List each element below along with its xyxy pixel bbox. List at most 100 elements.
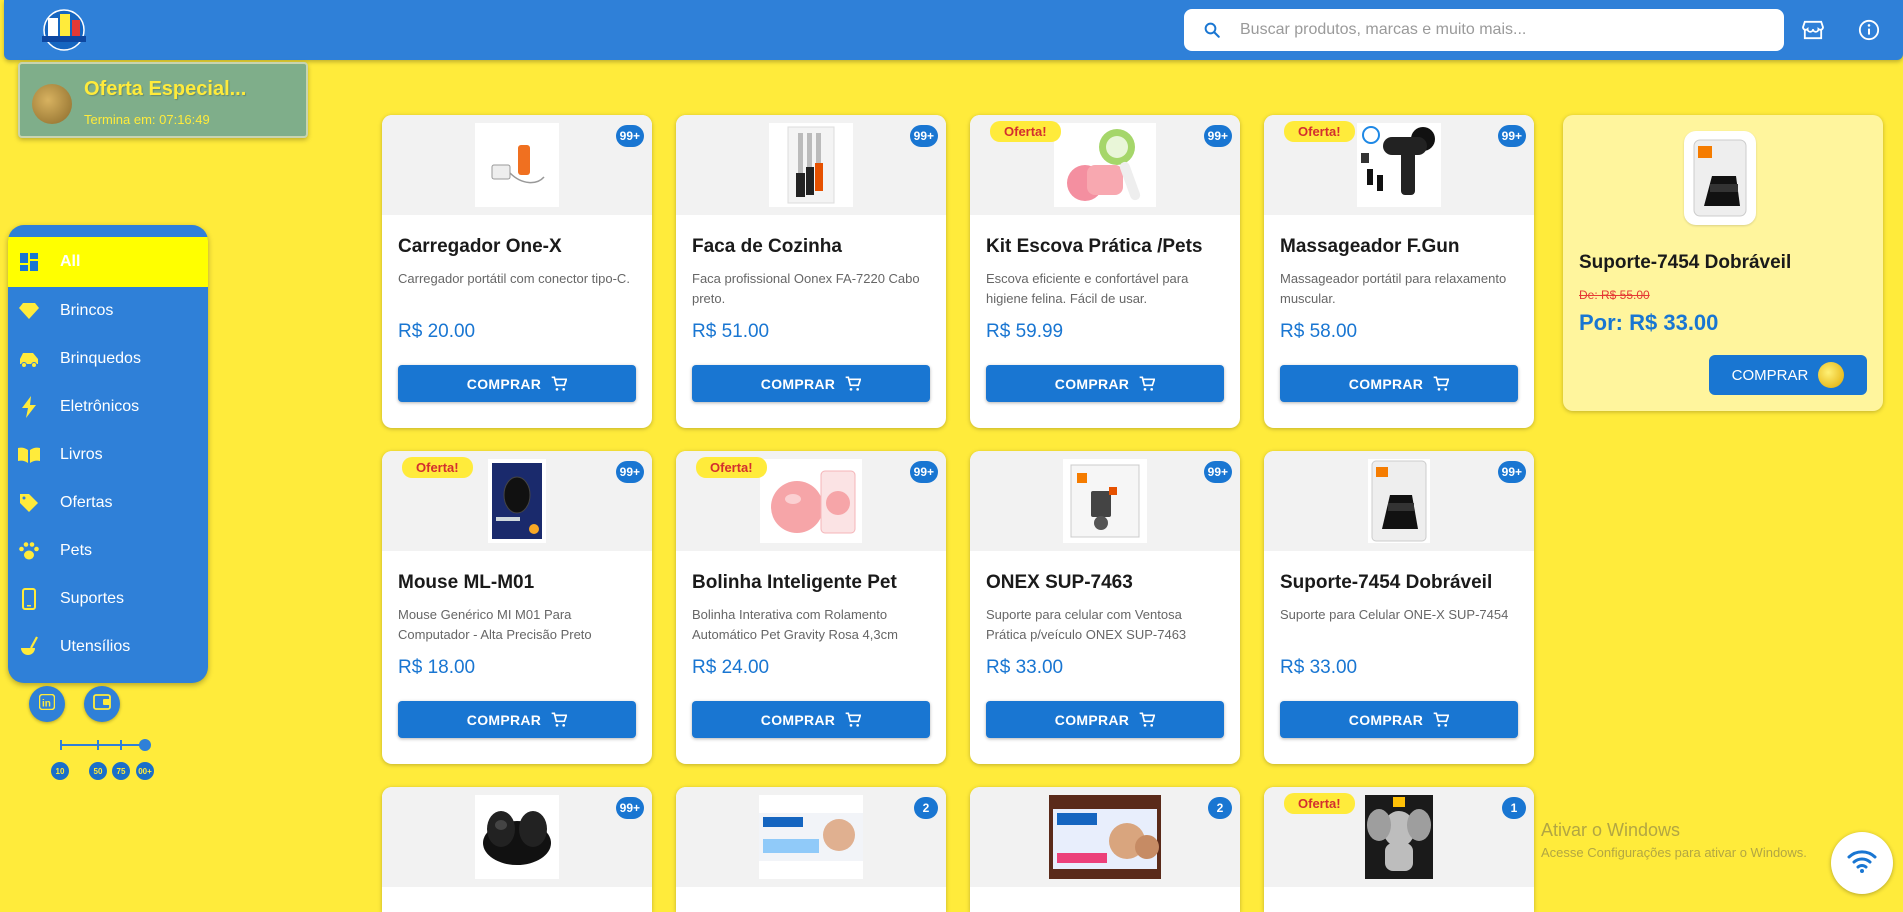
sidebar-item-brinquedos[interactable]: Brinquedos bbox=[8, 335, 208, 383]
product-card[interactable]: 99+ ONEX SUP-7463 Suporte para celular c… bbox=[970, 451, 1240, 764]
stock-badge: 99+ bbox=[909, 125, 938, 147]
buy-button[interactable]: COMPRAR bbox=[398, 365, 636, 402]
quantity-slider[interactable]: 10 50 75 00+ bbox=[51, 738, 154, 780]
product-image[interactable] bbox=[488, 459, 546, 543]
product-card[interactable]: Oferta! 99+ Kit Escova Prática /Pets Esc… bbox=[970, 115, 1240, 428]
product-card[interactable]: 2 bbox=[970, 787, 1240, 912]
sidebar-item-pets[interactable]: Pets bbox=[8, 527, 208, 575]
sidebar-item-eletronicos[interactable]: Eletrônicos bbox=[8, 383, 208, 431]
product-image-area: 99+ bbox=[382, 115, 652, 215]
slider-thumb[interactable] bbox=[139, 739, 151, 751]
buy-label: COMPRAR bbox=[1348, 711, 1424, 728]
offer-badge: Oferta! bbox=[696, 457, 767, 478]
product-card[interactable]: 99+ bbox=[382, 787, 652, 912]
product-price: R$ 33.00 bbox=[986, 657, 1064, 678]
sidebar-item-label: Ofertas bbox=[60, 494, 113, 511]
cart-icon bbox=[551, 376, 568, 391]
product-price: R$ 59.99 bbox=[986, 321, 1064, 342]
special-offer-banner[interactable]: Oferta Especial... Termina em: 07:16:49 bbox=[18, 62, 308, 138]
product-image-area: 99+ bbox=[1264, 451, 1534, 551]
offer-timer: Termina em: 07:16:49 bbox=[84, 112, 210, 127]
product-name[interactable]: Mouse ML-M01 bbox=[398, 572, 534, 594]
sidebar-item-suportes[interactable]: Suportes bbox=[8, 575, 208, 623]
product-image[interactable] bbox=[1365, 795, 1433, 879]
sidebar-item-label: Eletrônicos bbox=[60, 398, 140, 415]
product-card[interactable]: Oferta! 99+ Massageador F.Gun Massageado… bbox=[1264, 115, 1534, 428]
buy-button[interactable]: COMPRAR bbox=[1280, 365, 1518, 402]
product-card[interactable]: 99+ Faca de Cozinha Faca profissional Oo… bbox=[676, 115, 946, 428]
product-image[interactable] bbox=[475, 123, 559, 207]
product-card[interactable]: Oferta! 99+ Mouse ML-M01 Mouse Genérico … bbox=[382, 451, 652, 764]
wallet-button[interactable] bbox=[84, 686, 120, 722]
wifi-icon bbox=[1847, 848, 1877, 879]
sidebar-item-label: Brinquedos bbox=[60, 350, 141, 367]
product-image[interactable] bbox=[760, 459, 862, 543]
product-card[interactable]: 99+ Suporte-7454 Dobráveil Suporte para … bbox=[1264, 451, 1534, 764]
search-bar bbox=[1184, 9, 1784, 51]
sidebar-item-all[interactable]: All bbox=[8, 237, 208, 287]
slider-tick bbox=[60, 740, 62, 750]
sidebar-item-label: Suportes bbox=[60, 590, 125, 607]
search-input[interactable] bbox=[1240, 21, 1784, 39]
sidebar-item-utensilios[interactable]: Utensílios bbox=[8, 623, 208, 671]
buy-button[interactable]: COMPRAR bbox=[692, 365, 930, 402]
sidebar-item-ofertas[interactable]: Ofertas bbox=[8, 479, 208, 527]
search-icon[interactable] bbox=[1184, 21, 1240, 39]
product-name[interactable]: Carregador One-X bbox=[398, 236, 562, 258]
product-image[interactable] bbox=[1054, 123, 1156, 207]
product-name[interactable]: Massageador F.Gun bbox=[1280, 236, 1460, 258]
featured-buy-button[interactable]: COMPRAR bbox=[1709, 355, 1867, 395]
product-image[interactable] bbox=[1049, 795, 1161, 879]
slider-label: 75 bbox=[112, 762, 130, 780]
bolt-icon bbox=[16, 396, 42, 418]
featured-product-image[interactable] bbox=[1684, 131, 1756, 225]
stock-badge: 99+ bbox=[615, 797, 644, 819]
product-image[interactable] bbox=[1368, 459, 1430, 543]
buy-button[interactable]: COMPRAR bbox=[692, 701, 930, 738]
product-card[interactable]: Oferta! 1 bbox=[1264, 787, 1534, 912]
buy-button[interactable]: COMPRAR bbox=[1280, 701, 1518, 738]
product-card[interactable]: 2 bbox=[676, 787, 946, 912]
product-card[interactable]: 99+ Carregador One-X Carregador portátil… bbox=[382, 115, 652, 428]
product-image-area: Oferta! 99+ bbox=[970, 115, 1240, 215]
sidebar-item-label: Pets bbox=[60, 542, 93, 559]
featured-product-card[interactable]: Suporte-7454 Dobráveil De: R$ 55.00 Por:… bbox=[1563, 115, 1883, 411]
product-image[interactable] bbox=[769, 123, 853, 207]
product-price: R$ 51.00 bbox=[692, 321, 770, 342]
featured-product-name[interactable]: Suporte-7454 Dobráveil bbox=[1579, 252, 1791, 274]
stock-badge: 99+ bbox=[909, 461, 938, 483]
store-icon[interactable] bbox=[1799, 16, 1827, 44]
product-image-area: 99+ bbox=[676, 115, 946, 215]
product-name[interactable]: ONEX SUP-7463 bbox=[986, 572, 1133, 594]
slider-label: 50 bbox=[89, 762, 107, 780]
product-name[interactable]: Suporte-7454 Dobráveil bbox=[1280, 572, 1492, 594]
product-name[interactable]: Kit Escova Prática /Pets bbox=[986, 236, 1203, 258]
wifi-floating-button[interactable] bbox=[1831, 832, 1893, 894]
product-image[interactable] bbox=[475, 795, 559, 879]
buy-button[interactable]: COMPRAR bbox=[398, 701, 636, 738]
product-image[interactable] bbox=[1357, 123, 1441, 207]
buy-label: COMPRAR bbox=[1054, 711, 1130, 728]
product-price: R$ 20.00 bbox=[398, 321, 476, 342]
product-description: Mouse Genérico MI M01 Para Computador - … bbox=[398, 607, 592, 642]
product-image[interactable] bbox=[759, 795, 863, 879]
product-name[interactable]: Faca de Cozinha bbox=[692, 236, 842, 258]
info-icon[interactable] bbox=[1855, 16, 1883, 44]
product-image-area: Oferta! 99+ bbox=[382, 451, 652, 551]
sidebar-item-brincos[interactable]: Brincos bbox=[8, 287, 208, 335]
product-price: R$ 24.00 bbox=[692, 657, 770, 678]
sidebar-item-livros[interactable]: Livros bbox=[8, 431, 208, 479]
brand-logo[interactable] bbox=[34, 6, 94, 54]
product-name[interactable]: Bolinha Inteligente Pet bbox=[692, 572, 897, 594]
product-image[interactable] bbox=[1063, 459, 1147, 543]
cart-icon bbox=[845, 712, 862, 727]
product-card[interactable]: Oferta! 99+ Bolinha Inteligente Pet Boli… bbox=[676, 451, 946, 764]
buy-button[interactable]: COMPRAR bbox=[986, 365, 1224, 402]
coin-icon bbox=[1818, 362, 1845, 388]
stock-badge: 1 bbox=[1502, 797, 1526, 819]
toy-car-icon bbox=[16, 348, 42, 370]
linkedin-button[interactable]: in bbox=[29, 686, 65, 722]
buy-button[interactable]: COMPRAR bbox=[986, 701, 1224, 738]
slider-track[interactable] bbox=[60, 744, 146, 746]
product-description: Suporte para celular com Ventosa Prática… bbox=[986, 607, 1187, 642]
